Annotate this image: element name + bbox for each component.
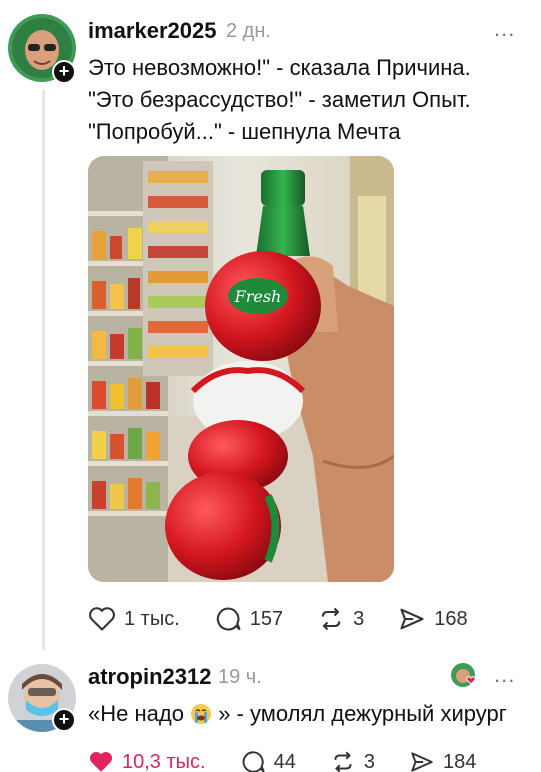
post-text: Это невозможно!" - сказала Причина. "Это… bbox=[88, 55, 471, 144]
comment-actions: 10,3 тыс. 44 3 184 bbox=[88, 750, 510, 772]
share-count: 168 bbox=[434, 607, 468, 630]
comment-more-icon[interactable]: ... bbox=[494, 662, 515, 688]
repost-icon bbox=[334, 751, 352, 772]
comment-time: 19 ч. bbox=[218, 666, 262, 688]
share-icon bbox=[400, 608, 424, 630]
post-more-icon[interactable]: ... bbox=[494, 16, 515, 42]
liked-by-author-icon bbox=[450, 662, 476, 688]
follow-plus-icon[interactable]: + bbox=[52, 60, 76, 84]
repost-count: 3 bbox=[353, 607, 365, 630]
comment-reply-button[interactable]: 44 bbox=[240, 750, 296, 772]
post-time: 2 дн. bbox=[226, 20, 271, 42]
like-button[interactable]: 1 тыс. bbox=[88, 606, 180, 632]
share-icon bbox=[411, 752, 433, 772]
post-username[interactable]: imarker2025 bbox=[88, 18, 216, 44]
comment-username[interactable]: atropin2312 bbox=[88, 664, 212, 690]
heart-icon bbox=[89, 607, 115, 631]
comment-button[interactable]: 157 bbox=[214, 606, 283, 632]
heart-filled-icon bbox=[89, 752, 113, 772]
crying-emoji-icon bbox=[191, 704, 212, 724]
comment-icon bbox=[242, 751, 265, 772]
comment-text-end: » - умолял дежурный хирург bbox=[218, 701, 507, 726]
thread-line bbox=[42, 90, 45, 650]
comment-follow-plus-icon[interactable]: + bbox=[52, 708, 76, 732]
comment-repost-count: 3 bbox=[363, 750, 375, 772]
comment-reply-count: 44 bbox=[273, 750, 296, 772]
post-actions: 1 тыс. 157 3 168 bbox=[88, 606, 502, 632]
post-image[interactable]: Fresh bbox=[88, 156, 394, 582]
comment-share-count: 184 bbox=[442, 750, 477, 772]
comment-like-button[interactable]: 10,3 тыс. bbox=[88, 750, 206, 772]
like-count: 1 тыс. bbox=[124, 607, 180, 630]
comment-like-count: 10,3 тыс. bbox=[122, 750, 206, 772]
repost-icon bbox=[321, 607, 341, 631]
share-button[interactable]: 168 bbox=[398, 606, 468, 632]
comment-repost-button[interactable]: 3 bbox=[330, 750, 375, 772]
comment-icon bbox=[216, 607, 241, 631]
comment-share-button[interactable]: 184 bbox=[409, 750, 476, 772]
repost-button[interactable]: 3 bbox=[317, 606, 364, 632]
product-label: Fresh bbox=[234, 287, 282, 306]
comment-text-start: «Не надо bbox=[88, 701, 184, 726]
comment-text: «Не надо » - умолял дежурный хирург bbox=[88, 698, 538, 730]
comment-count: 157 bbox=[249, 607, 284, 630]
